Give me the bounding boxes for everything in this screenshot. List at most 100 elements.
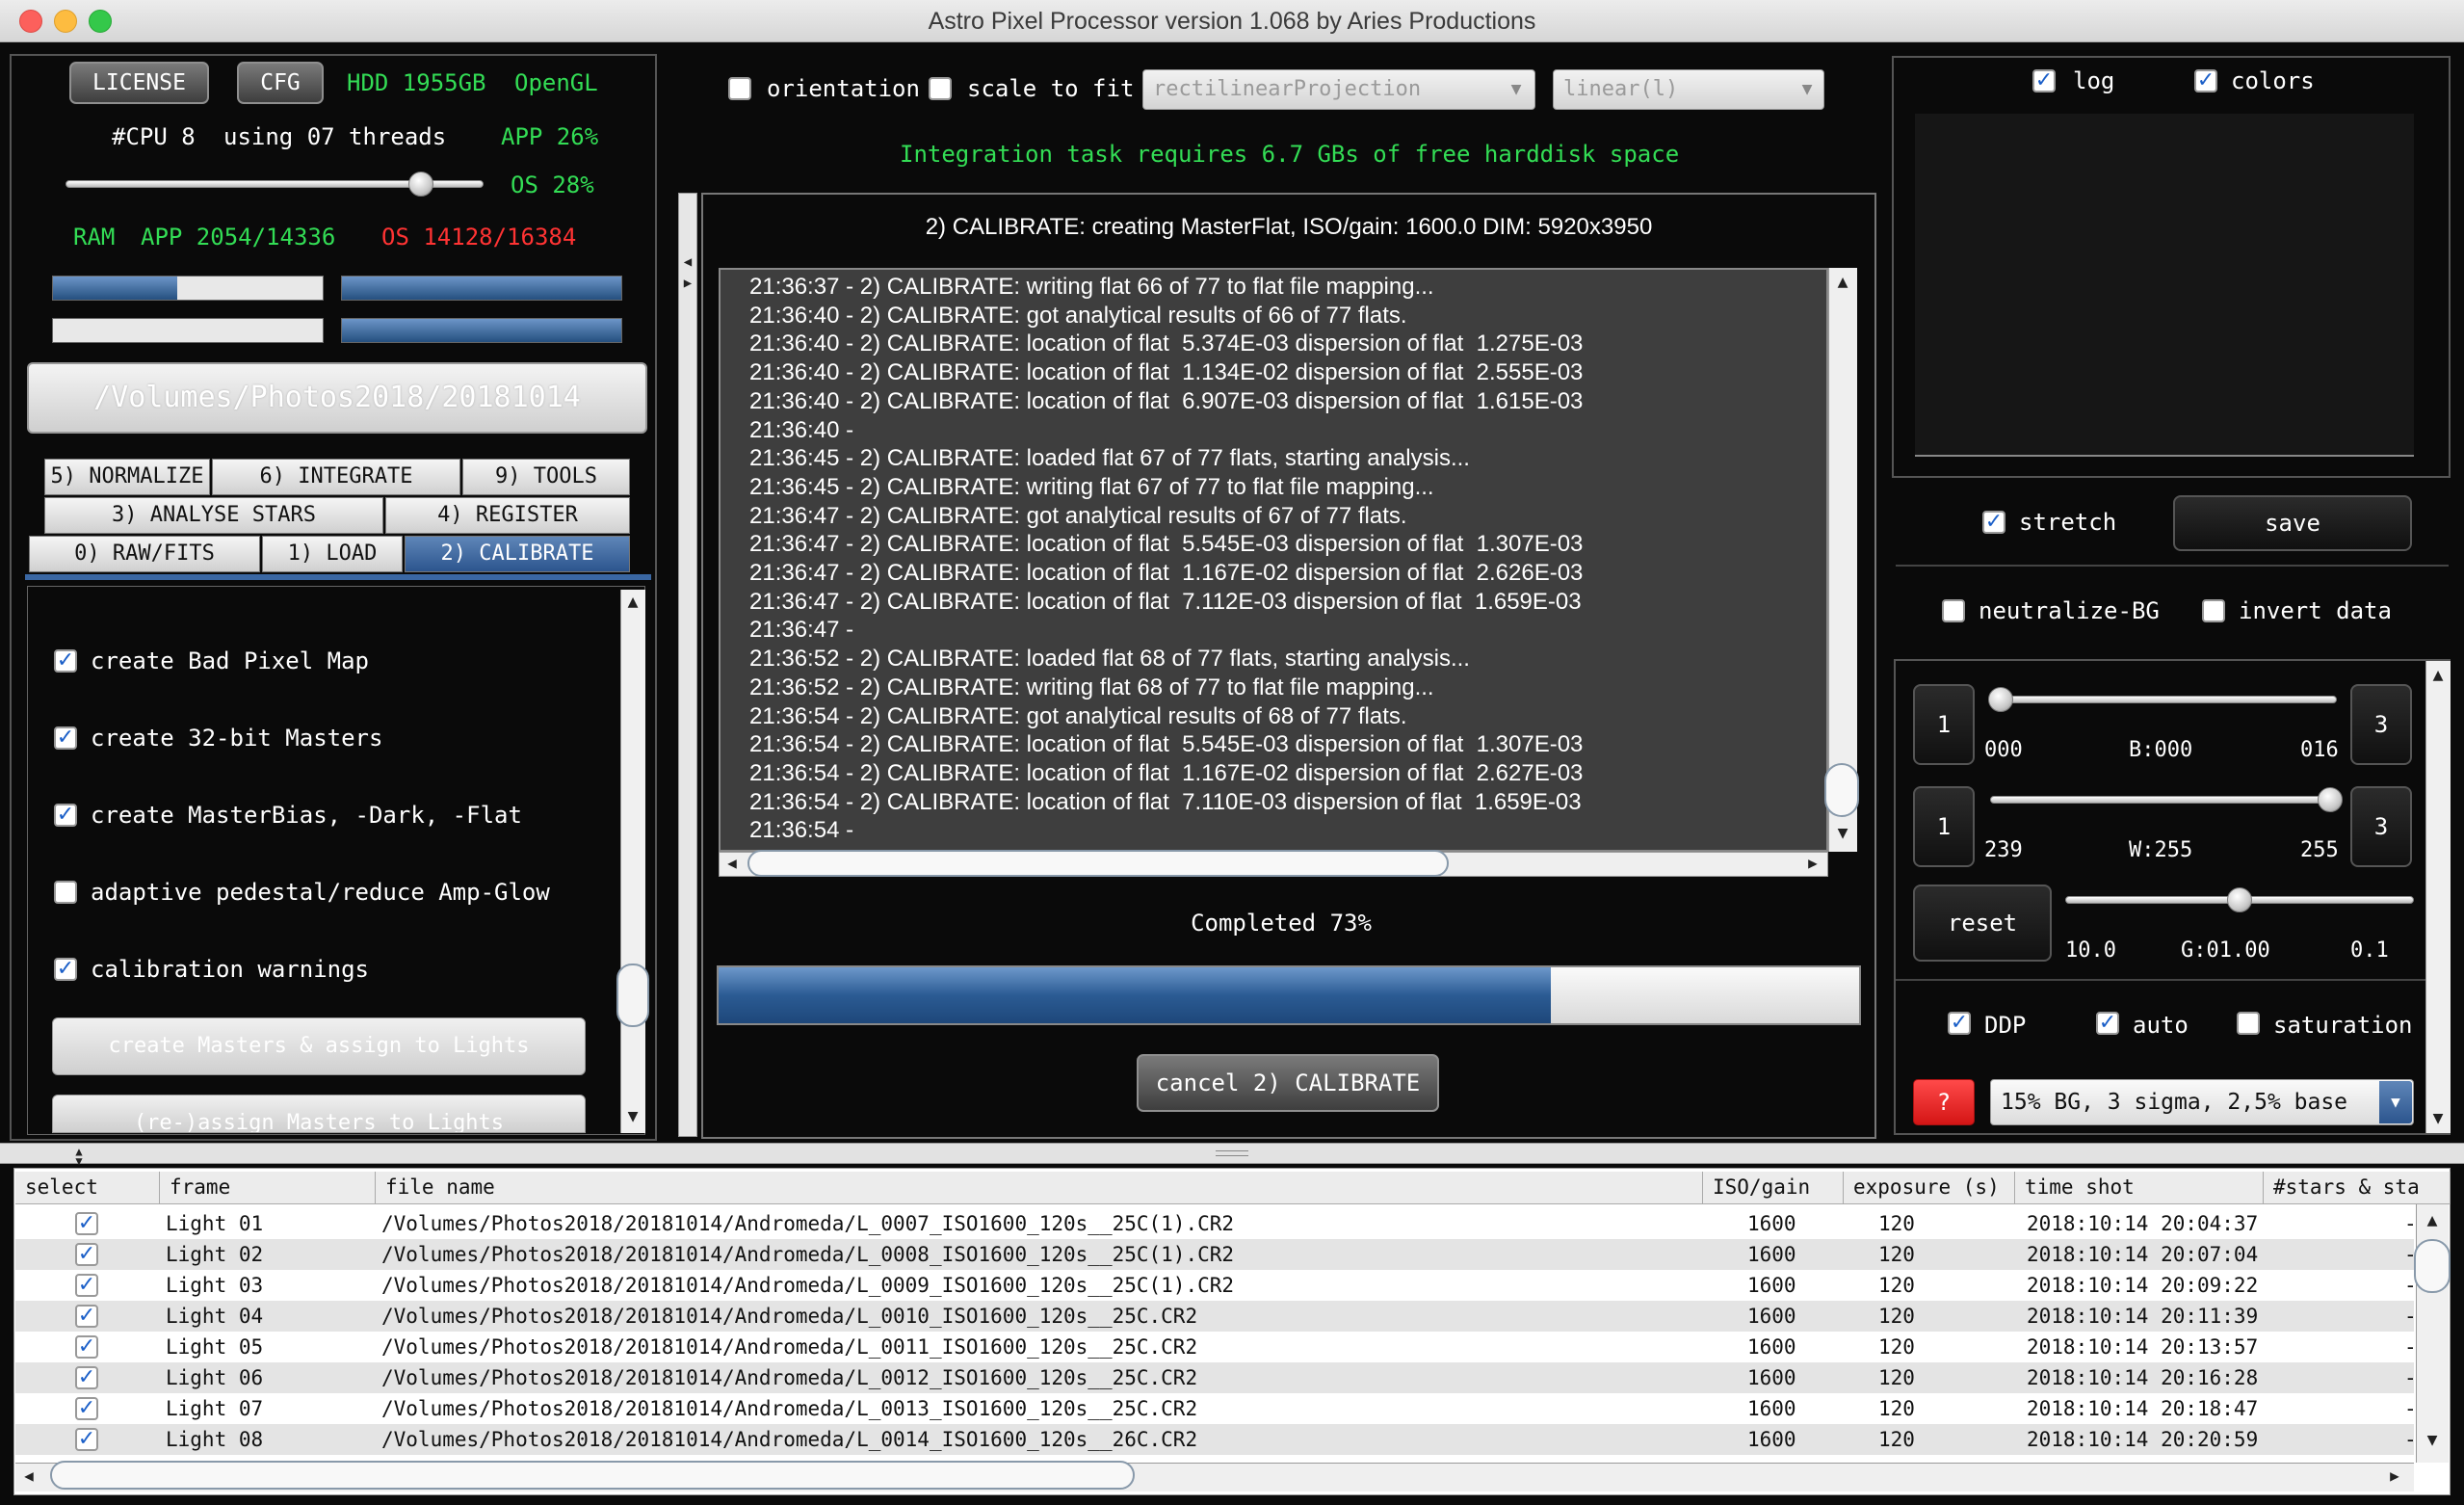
threads-slider-knob[interactable] xyxy=(407,172,433,197)
col-exposure[interactable]: exposure (s) xyxy=(1844,1172,2015,1204)
col-iso-gain[interactable]: ISO/gain xyxy=(1703,1172,1844,1204)
table-scroll-down-icon[interactable]: ▼ xyxy=(2420,1430,2445,1450)
auto-checkbox[interactable]: ✓ xyxy=(2096,1012,2119,1035)
tab-raw-fits[interactable]: 0) RAW/FITS xyxy=(29,536,260,572)
orientation-checkbox[interactable] xyxy=(728,77,751,100)
log-line: 21:36:40 - xyxy=(749,416,854,443)
stretch-mode-dropdown-icon[interactable]: ▼ xyxy=(1796,79,1819,99)
log-scroll-down-icon[interactable]: ▼ xyxy=(1830,823,1855,843)
col-frame[interactable]: frame xyxy=(160,1172,376,1204)
table-row[interactable]: ✓ Light 01/Volumes/Photos2018/20181014/An… xyxy=(15,1208,2417,1239)
row-select-checkbox[interactable]: ✓ xyxy=(75,1243,98,1266)
gamma-knob[interactable] xyxy=(2227,887,2252,912)
reset-button[interactable]: reset xyxy=(1913,885,2052,962)
save-button[interactable]: save xyxy=(2173,495,2412,551)
cancel-calibrate-button[interactable]: cancel 2) CALIBRATE xyxy=(1137,1054,1439,1112)
table-row[interactable]: ✓ Light 07/Volumes/Photos2018/20181014/An… xyxy=(15,1393,2417,1424)
cell-file: /Volumes/Photos2018/20181014/Andromeda/L… xyxy=(381,1428,1198,1451)
working-folder-button[interactable]: /Volumes/Photos2018/20181014 xyxy=(27,362,647,434)
license-button[interactable]: LICENSE xyxy=(69,62,209,104)
row-select-checkbox[interactable]: ✓ xyxy=(75,1428,98,1451)
tab-calibrate[interactable]: 2) CALIBRATE xyxy=(405,536,630,572)
adaptive-pedestal-checkbox[interactable] xyxy=(54,881,77,904)
tab-normalize[interactable]: 5) NORMALIZE xyxy=(44,459,210,495)
white-point-slider[interactable] xyxy=(1990,796,2337,804)
row-select-checkbox[interactable]: ✓ xyxy=(75,1397,98,1420)
row-select-checkbox[interactable]: ✓ xyxy=(75,1305,98,1328)
calibration-warnings-checkbox[interactable]: ✓ xyxy=(54,958,77,981)
black-point-slider[interactable] xyxy=(1990,696,2337,703)
col-stars[interactable]: #stars & sta xyxy=(2264,1172,2451,1204)
neutralize-bg-checkbox[interactable] xyxy=(1942,599,1965,622)
table-row[interactable]: ✓ Light 06/Volumes/Photos2018/20181014/An… xyxy=(15,1362,2417,1393)
row-select-checkbox[interactable]: ✓ xyxy=(75,1335,98,1359)
table-row[interactable]: ✓ Light 02/Volumes/Photos2018/20181014/An… xyxy=(15,1239,2417,1270)
cell-stars: - xyxy=(2404,1305,2417,1328)
b-step-1-button[interactable]: 1 xyxy=(1913,684,1975,765)
col-time-shot[interactable]: time shot xyxy=(2015,1172,2264,1204)
log-checkbox[interactable]: ✓ xyxy=(2032,69,2056,92)
table-hscroll-thumb[interactable] xyxy=(50,1461,1135,1490)
reassign-masters-button[interactable]: (re-)assign Masters to Lights xyxy=(52,1095,586,1133)
table-scroll-left-icon[interactable]: ◀ xyxy=(19,1466,39,1485)
table-row[interactable]: ✓ Light 05/Volumes/Photos2018/20181014/An… xyxy=(15,1332,2417,1362)
calibration-log[interactable]: 21:36:37 - 2) CALIBRATE: writing flat 66… xyxy=(719,268,1828,852)
table-row[interactable]: ✓ Light 03/Volumes/Photos2018/20181014/An… xyxy=(15,1270,2417,1301)
tab-analyse-stars[interactable]: 3) ANALYSE STARS xyxy=(44,497,383,534)
stretch-mode-select[interactable]: linear(l) xyxy=(1553,69,1824,110)
log-scroll-up-icon[interactable]: ▲ xyxy=(1830,272,1855,292)
row-select-checkbox[interactable]: ✓ xyxy=(75,1274,98,1297)
projection-dropdown-icon[interactable]: ▼ xyxy=(1505,79,1528,99)
b-step-3-button[interactable]: 3 xyxy=(2350,684,2412,765)
create-masters-assign-button[interactable]: create Masters & assign to Lights xyxy=(52,1017,586,1075)
colors-checkbox[interactable]: ✓ xyxy=(2194,69,2217,92)
options-scroll-thumb[interactable] xyxy=(616,964,649,1027)
table-scroll-up-icon[interactable]: ▲ xyxy=(2420,1210,2445,1230)
create-32bit-masters-checkbox[interactable]: ✓ xyxy=(54,726,77,750)
options-scrollbar[interactable] xyxy=(620,590,645,1133)
table-row[interactable]: ✓ Light 04/Volumes/Photos2018/20181014/An… xyxy=(15,1301,2417,1332)
tab-register[interactable]: 4) REGISTER xyxy=(385,497,630,534)
saturation-checkbox[interactable] xyxy=(2237,1012,2260,1035)
splitter-down-icon[interactable]: ▼ xyxy=(69,1154,89,1168)
right-scroll-up-icon[interactable]: ▲ xyxy=(2427,665,2449,685)
help-button[interactable]: ? xyxy=(1913,1079,1975,1125)
row-select-checkbox[interactable]: ✓ xyxy=(75,1212,98,1235)
table-row[interactable]: ✓ Light 08/Volumes/Photos2018/20181014/An… xyxy=(15,1424,2417,1455)
right-scroll-down-icon[interactable]: ▼ xyxy=(2427,1108,2449,1128)
right-panel-scrollbar[interactable] xyxy=(2425,661,2451,1133)
log-hscroll-thumb[interactable] xyxy=(747,850,1449,877)
log-scroll-thumb[interactable] xyxy=(1824,763,1859,817)
collapse-left-arrow-icon[interactable]: ◀ xyxy=(680,254,695,270)
stretch-preset-select[interactable]: 15% BG, 3 sigma, 2,5% base xyxy=(1990,1079,2414,1125)
black-point-knob[interactable] xyxy=(1987,687,2013,712)
table-scroll-thumb[interactable] xyxy=(2414,1239,2451,1293)
w-step-1-button[interactable]: 1 xyxy=(1913,786,1975,867)
invert-data-checkbox[interactable] xyxy=(2202,599,2225,622)
ddp-checkbox[interactable]: ✓ xyxy=(1948,1012,1971,1035)
collapse-right-arrow-icon[interactable]: ▶ xyxy=(680,276,695,291)
table-scroll-right-icon[interactable]: ▶ xyxy=(2385,1466,2404,1485)
log-scroll-right-icon[interactable]: ▶ xyxy=(1803,854,1822,872)
row-select-checkbox[interactable]: ✓ xyxy=(75,1366,98,1389)
cfg-button[interactable]: CFG xyxy=(237,62,324,104)
w-step-3-button[interactable]: 3 xyxy=(2350,786,2412,867)
cell-iso: 1600 xyxy=(1747,1397,1796,1420)
scroll-down-arrow-icon[interactable]: ▼ xyxy=(622,1106,643,1126)
scroll-up-arrow-icon[interactable]: ▲ xyxy=(622,592,643,612)
col-select[interactable]: select xyxy=(15,1172,160,1204)
tab-integrate[interactable]: 6) INTEGRATE xyxy=(212,459,460,495)
scale-to-fit-checkbox[interactable] xyxy=(929,77,952,100)
white-point-knob[interactable] xyxy=(2317,787,2343,812)
splitter-grip-icon[interactable] xyxy=(1216,1150,1248,1156)
tab-load[interactable]: 1) LOAD xyxy=(262,536,403,572)
log-scroll-left-icon[interactable]: ◀ xyxy=(722,854,742,872)
panel-divider[interactable] xyxy=(678,193,697,1137)
col-file-name[interactable]: file name xyxy=(376,1172,1703,1204)
tab-tools[interactable]: 9) TOOLS xyxy=(462,459,630,495)
create-masterbias-dark-flat-checkbox[interactable]: ✓ xyxy=(54,804,77,827)
preset-dropdown-icon[interactable]: ▼ xyxy=(2379,1081,2412,1123)
create-bad-pixel-map-checkbox[interactable]: ✓ xyxy=(54,649,77,673)
projection-select[interactable]: rectilinearProjection xyxy=(1142,69,1535,110)
stretch-checkbox[interactable]: ✓ xyxy=(1982,511,2005,534)
